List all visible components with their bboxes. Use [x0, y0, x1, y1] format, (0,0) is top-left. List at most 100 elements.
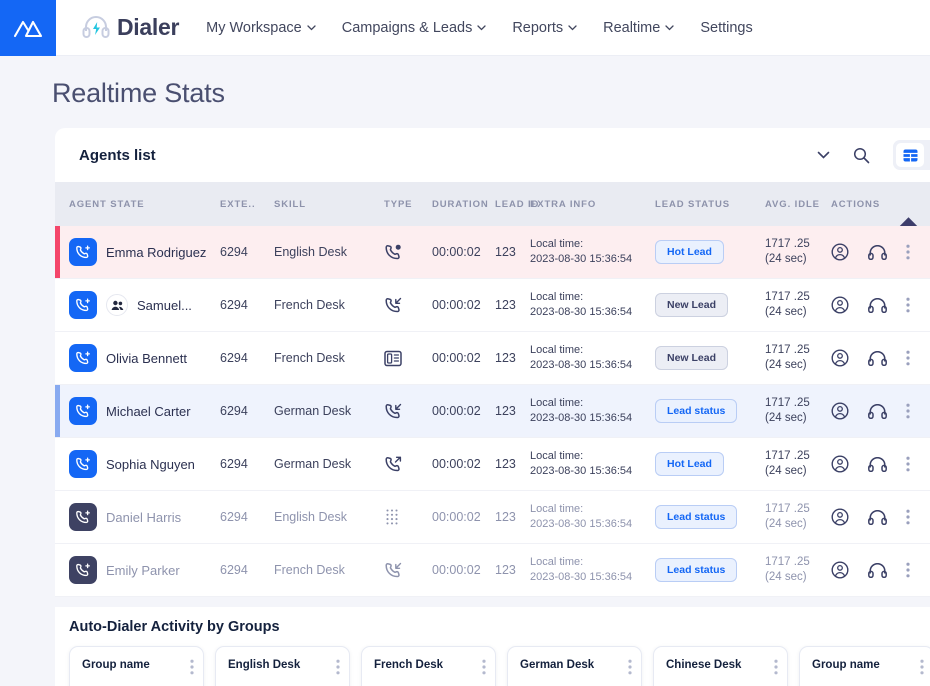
agent-state-icon[interactable] [69, 344, 97, 372]
table-row[interactable]: Sophia Nguyen 6294 German Desk 00:00:02 … [55, 438, 930, 491]
column-header-extension[interactable]: EXTE.. [220, 199, 274, 210]
cell-avg-idle: 1717 .25 (24 sec) [765, 290, 810, 318]
action-user-button[interactable] [831, 243, 849, 261]
nav-item-settings[interactable]: Settings [700, 20, 752, 36]
action-user-button[interactable] [831, 402, 849, 420]
action-more-button[interactable] [906, 297, 910, 313]
group-card-menu-button[interactable] [774, 659, 778, 675]
search-button[interactable] [847, 141, 875, 169]
status-badge[interactable]: Lead status [655, 399, 738, 423]
column-header-type[interactable]: TYPE [384, 199, 432, 210]
brand-name: Dialer [117, 14, 180, 40]
headphones-icon [868, 403, 887, 419]
table-row[interactable]: Michael Carter 6294 German Desk 00:00:02… [55, 385, 930, 438]
brand[interactable]: Dialer [56, 14, 179, 41]
headset-bolt-icon [82, 15, 110, 38]
action-user-button[interactable] [831, 455, 849, 473]
table-row[interactable]: Olivia Bennett 6294 French Desk 00:00:02… [55, 332, 930, 385]
action-user-button[interactable] [831, 349, 849, 367]
action-user-button[interactable] [831, 561, 849, 579]
status-badge[interactable]: New Lead [655, 293, 729, 317]
action-listen-button[interactable] [868, 244, 887, 260]
agent-state-icon[interactable] [69, 556, 97, 584]
app-logo[interactable] [0, 0, 56, 56]
view-toggle-table[interactable] [896, 143, 924, 167]
nav-item-realtime[interactable]: Realtime [603, 20, 674, 36]
status-badge[interactable]: Lead status [655, 558, 738, 582]
group-card-menu-button[interactable] [628, 659, 632, 675]
nav-item-campaigns-leads[interactable]: Campaigns & Leads [342, 20, 487, 36]
table-row[interactable]: Samuel... 6294 French Desk 00:00:02 123 … [55, 279, 930, 332]
action-listen-button[interactable] [868, 350, 887, 366]
cell-actions [831, 561, 930, 579]
action-more-button[interactable] [906, 562, 910, 578]
column-header-lead-status[interactable]: LEAD STATUS [655, 199, 765, 210]
action-more-button[interactable] [906, 456, 910, 472]
action-listen-button[interactable] [868, 509, 887, 525]
action-listen-button[interactable] [868, 403, 887, 419]
phone-add-icon [76, 510, 90, 523]
cell-skill: French Desk [274, 563, 345, 577]
agent-name: Sophia Nguyen [106, 456, 195, 472]
group-card-menu-button[interactable] [190, 659, 194, 675]
status-badge[interactable]: New Lead [655, 346, 729, 370]
chevron-down-icon [477, 24, 486, 30]
cell-agent-state: Sophia Nguyen [55, 450, 220, 478]
column-header-lead-id[interactable]: LEAD ID [495, 199, 538, 210]
action-more-button[interactable] [906, 350, 910, 366]
cell-skill: French Desk [274, 298, 345, 312]
group-card[interactable]: German Desk [507, 646, 642, 686]
table-row[interactable]: Daniel Harris 6294 English Desk 00:00:02… [55, 491, 930, 544]
agent-state-icon[interactable] [69, 450, 97, 478]
expand-chevron-button[interactable] [809, 141, 837, 169]
status-badge[interactable]: Hot Lead [655, 240, 724, 264]
group-card[interactable]: Group name [69, 646, 204, 686]
group-card[interactable]: Group name [799, 646, 930, 686]
action-user-button[interactable] [831, 508, 849, 526]
column-header-extra-info[interactable]: EXTRA INFO [530, 199, 655, 210]
agent-state-icon[interactable] [69, 503, 97, 531]
nav-label: Campaigns & Leads [341, 19, 473, 36]
cell-lead-status: Lead status [655, 558, 765, 582]
call-badge-icon [385, 244, 401, 259]
action-more-button[interactable] [906, 403, 910, 419]
table-row[interactable]: Emma Rodriguez 6294 English Desk 00:00:0… [55, 226, 930, 279]
column-header-skill[interactable]: SKILL [274, 199, 384, 210]
group-card-menu-button[interactable] [920, 659, 924, 675]
nav-item-reports[interactable]: Reports [512, 20, 577, 36]
cell-agent-state: Samuel... [55, 291, 220, 319]
group-card-menu-button[interactable] [336, 659, 340, 675]
cell-type [384, 297, 432, 314]
agent-state-icon[interactable] [69, 291, 97, 319]
more-vertical-icon [190, 659, 194, 675]
column-header-agent-state[interactable]: AGENT STATE [55, 199, 220, 210]
action-listen-button[interactable] [868, 456, 887, 472]
group-card[interactable]: Chinese Desk [653, 646, 788, 686]
column-header-duration[interactable]: DURATION [432, 199, 495, 210]
action-user-button[interactable] [831, 296, 849, 314]
nav-item-my-workspace[interactable]: My Workspace [206, 20, 316, 36]
view-toggle-list[interactable] [926, 143, 930, 167]
action-listen-button[interactable] [868, 562, 887, 578]
dialpad-icon [386, 508, 398, 524]
status-badge[interactable]: Hot Lead [655, 452, 724, 476]
group-card[interactable]: French Desk [361, 646, 496, 686]
group-card-name: French Desk [374, 659, 444, 671]
mountain-logo-icon [13, 20, 43, 37]
action-more-button[interactable] [906, 509, 910, 525]
action-listen-button[interactable] [868, 297, 887, 313]
agent-state-icon[interactable] [69, 238, 97, 266]
group-card[interactable]: English Desk [215, 646, 350, 686]
group-card-name: English Desk [228, 659, 301, 671]
status-badge[interactable]: Lead status [655, 505, 738, 529]
cell-avg-idle: 1717 .25 (24 sec) [765, 555, 810, 583]
agent-state-icon[interactable] [69, 397, 97, 425]
cell-avg-idle: 1717 .25 (24 sec) [765, 502, 810, 530]
user-circle-icon [831, 455, 849, 473]
call-outgoing-icon [385, 456, 402, 471]
action-more-button[interactable] [906, 244, 910, 260]
user-circle-icon [831, 349, 849, 367]
table-row[interactable]: Emily Parker 6294 French Desk 00:00:02 1… [55, 544, 930, 597]
column-header-avg-idle[interactable]: AVG. IDLE [765, 199, 831, 210]
group-card-menu-button[interactable] [482, 659, 486, 675]
